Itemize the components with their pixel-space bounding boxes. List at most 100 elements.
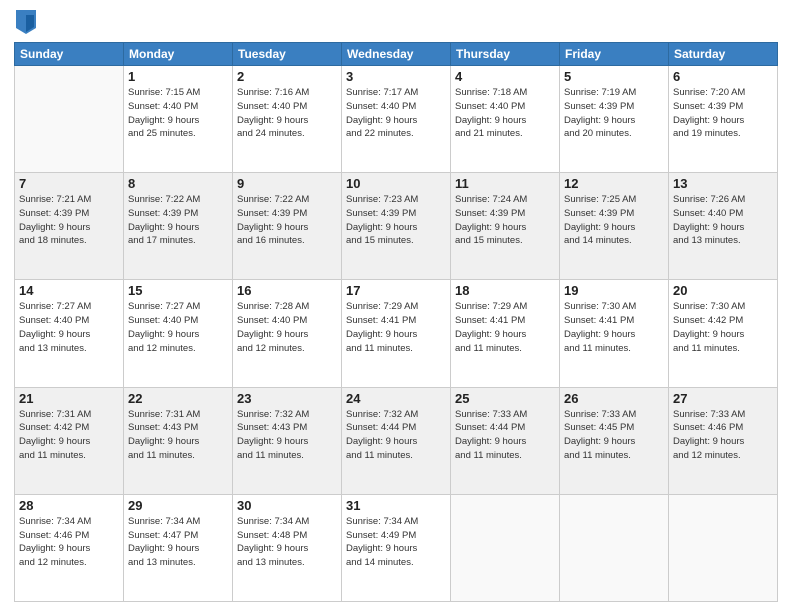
header-row: SundayMondayTuesdayWednesdayThursdayFrid… — [15, 43, 778, 66]
calendar-cell: 4 Sunrise: 7:18 AM Sunset: 4:40 PM Daylig… — [451, 66, 560, 173]
day-number: 6 — [673, 69, 773, 84]
calendar-cell: 2 Sunrise: 7:16 AM Sunset: 4:40 PM Daylig… — [233, 66, 342, 173]
calendar-cell: 5 Sunrise: 7:19 AM Sunset: 4:39 PM Daylig… — [560, 66, 669, 173]
day-detail: Sunrise: 7:31 AM Sunset: 4:42 PM Dayligh… — [19, 408, 119, 463]
calendar-cell: 31 Sunrise: 7:34 AM Sunset: 4:49 PM Dayli… — [342, 494, 451, 601]
calendar-cell: 16 Sunrise: 7:28 AM Sunset: 4:40 PM Dayli… — [233, 280, 342, 387]
day-detail: Sunrise: 7:27 AM Sunset: 4:40 PM Dayligh… — [128, 300, 228, 355]
calendar-cell: 6 Sunrise: 7:20 AM Sunset: 4:39 PM Daylig… — [669, 66, 778, 173]
day-detail: Sunrise: 7:29 AM Sunset: 4:41 PM Dayligh… — [346, 300, 446, 355]
calendar-cell: 21 Sunrise: 7:31 AM Sunset: 4:42 PM Dayli… — [15, 387, 124, 494]
day-number: 3 — [346, 69, 446, 84]
day-number: 5 — [564, 69, 664, 84]
day-number: 22 — [128, 391, 228, 406]
day-number: 16 — [237, 283, 337, 298]
calendar-cell: 26Sunrise: 7:33 AM Sunset: 4:45 PM Dayli… — [560, 387, 669, 494]
day-number: 7 — [19, 176, 119, 191]
day-number: 28 — [19, 498, 119, 513]
day-number: 10 — [346, 176, 446, 191]
day-number: 23 — [237, 391, 337, 406]
day-number: 2 — [237, 69, 337, 84]
calendar-week-row: 28 Sunrise: 7:34 AM Sunset: 4:46 PM Dayli… — [15, 494, 778, 601]
calendar-cell — [560, 494, 669, 601]
day-detail: Sunrise: 7:34 AM Sunset: 4:47 PM Dayligh… — [128, 515, 228, 570]
calendar-cell: 25 Sunrise: 7:33 AM Sunset: 4:44 PM Dayli… — [451, 387, 560, 494]
day-detail: Sunrise: 7:30 AM Sunset: 4:42 PM Dayligh… — [673, 300, 773, 355]
day-number: 18 — [455, 283, 555, 298]
day-detail: Sunrise: 7:34 AM Sunset: 4:48 PM Dayligh… — [237, 515, 337, 570]
calendar-cell: 29 Sunrise: 7:34 AM Sunset: 4:47 PM Dayli… — [124, 494, 233, 601]
day-number: 19 — [564, 283, 664, 298]
day-number: 17 — [346, 283, 446, 298]
day-number: 9 — [237, 176, 337, 191]
day-detail: Sunrise: 7:15 AM Sunset: 4:40 PM Dayligh… — [128, 86, 228, 141]
logo-icon — [16, 10, 36, 34]
day-number: 31 — [346, 498, 446, 513]
calendar-cell: 27 Sunrise: 7:33 AM Sunset: 4:46 PM Dayli… — [669, 387, 778, 494]
calendar-cell: 8Sunrise: 7:22 AM Sunset: 4:39 PM Daylig… — [124, 173, 233, 280]
calendar-cell: 28 Sunrise: 7:34 AM Sunset: 4:46 PM Dayli… — [15, 494, 124, 601]
calendar-cell: 9 Sunrise: 7:22 AM Sunset: 4:39 PM Daylig… — [233, 173, 342, 280]
day-detail: Sunrise: 7:33 AM Sunset: 4:44 PM Dayligh… — [455, 408, 555, 463]
calendar-cell: 13Sunrise: 7:26 AM Sunset: 4:40 PM Dayli… — [669, 173, 778, 280]
calendar-week-row: 7 Sunrise: 7:21 AM Sunset: 4:39 PM Daylig… — [15, 173, 778, 280]
day-detail: Sunrise: 7:32 AM Sunset: 4:43 PM Dayligh… — [237, 408, 337, 463]
day-detail: Sunrise: 7:32 AM Sunset: 4:44 PM Dayligh… — [346, 408, 446, 463]
day-detail: Sunrise: 7:19 AM Sunset: 4:39 PM Dayligh… — [564, 86, 664, 141]
calendar-cell: 23 Sunrise: 7:32 AM Sunset: 4:43 PM Dayli… — [233, 387, 342, 494]
weekday-header: Saturday — [669, 43, 778, 66]
calendar-cell: 18 Sunrise: 7:29 AM Sunset: 4:41 PM Dayli… — [451, 280, 560, 387]
calendar-cell: 7 Sunrise: 7:21 AM Sunset: 4:39 PM Daylig… — [15, 173, 124, 280]
day-detail: Sunrise: 7:18 AM Sunset: 4:40 PM Dayligh… — [455, 86, 555, 141]
header — [14, 10, 778, 34]
day-number: 29 — [128, 498, 228, 513]
day-detail: Sunrise: 7:16 AM Sunset: 4:40 PM Dayligh… — [237, 86, 337, 141]
logo — [14, 10, 40, 34]
day-number: 14 — [19, 283, 119, 298]
calendar-cell: 12 Sunrise: 7:25 AM Sunset: 4:39 PM Dayli… — [560, 173, 669, 280]
day-number: 30 — [237, 498, 337, 513]
calendar-week-row: 1 Sunrise: 7:15 AM Sunset: 4:40 PM Daylig… — [15, 66, 778, 173]
day-detail: Sunrise: 7:29 AM Sunset: 4:41 PM Dayligh… — [455, 300, 555, 355]
day-number: 15 — [128, 283, 228, 298]
day-detail: Sunrise: 7:17 AM Sunset: 4:40 PM Dayligh… — [346, 86, 446, 141]
day-detail: Sunrise: 7:33 AM Sunset: 4:46 PM Dayligh… — [673, 408, 773, 463]
calendar-cell: 20Sunrise: 7:30 AM Sunset: 4:42 PM Dayli… — [669, 280, 778, 387]
day-number: 11 — [455, 176, 555, 191]
weekday-header: Tuesday — [233, 43, 342, 66]
day-number: 27 — [673, 391, 773, 406]
calendar-cell: 19 Sunrise: 7:30 AM Sunset: 4:41 PM Dayli… — [560, 280, 669, 387]
weekday-header: Sunday — [15, 43, 124, 66]
day-number: 12 — [564, 176, 664, 191]
day-number: 4 — [455, 69, 555, 84]
calendar-cell — [451, 494, 560, 601]
day-detail: Sunrise: 7:30 AM Sunset: 4:41 PM Dayligh… — [564, 300, 664, 355]
day-number: 26 — [564, 391, 664, 406]
day-number: 21 — [19, 391, 119, 406]
day-detail: Sunrise: 7:25 AM Sunset: 4:39 PM Dayligh… — [564, 193, 664, 248]
calendar-cell: 1 Sunrise: 7:15 AM Sunset: 4:40 PM Daylig… — [124, 66, 233, 173]
day-detail: Sunrise: 7:34 AM Sunset: 4:46 PM Dayligh… — [19, 515, 119, 570]
weekday-header: Monday — [124, 43, 233, 66]
calendar-cell: 15 Sunrise: 7:27 AM Sunset: 4:40 PM Dayli… — [124, 280, 233, 387]
day-number: 25 — [455, 391, 555, 406]
calendar-cell — [669, 494, 778, 601]
day-detail: Sunrise: 7:34 AM Sunset: 4:49 PM Dayligh… — [346, 515, 446, 570]
calendar-cell — [15, 66, 124, 173]
day-detail: Sunrise: 7:28 AM Sunset: 4:40 PM Dayligh… — [237, 300, 337, 355]
day-number: 24 — [346, 391, 446, 406]
day-detail: Sunrise: 7:22 AM Sunset: 4:39 PM Dayligh… — [237, 193, 337, 248]
day-detail: Sunrise: 7:22 AM Sunset: 4:39 PM Dayligh… — [128, 193, 228, 248]
day-detail: Sunrise: 7:27 AM Sunset: 4:40 PM Dayligh… — [19, 300, 119, 355]
calendar-cell: 3 Sunrise: 7:17 AM Sunset: 4:40 PM Daylig… — [342, 66, 451, 173]
calendar-cell: 11 Sunrise: 7:24 AM Sunset: 4:39 PM Dayli… — [451, 173, 560, 280]
day-number: 1 — [128, 69, 228, 84]
day-detail: Sunrise: 7:24 AM Sunset: 4:39 PM Dayligh… — [455, 193, 555, 248]
day-detail: Sunrise: 7:21 AM Sunset: 4:39 PM Dayligh… — [19, 193, 119, 248]
calendar-cell: 17 Sunrise: 7:29 AM Sunset: 4:41 PM Dayli… — [342, 280, 451, 387]
day-detail: Sunrise: 7:20 AM Sunset: 4:39 PM Dayligh… — [673, 86, 773, 141]
calendar-cell: 10Sunrise: 7:23 AM Sunset: 4:39 PM Dayli… — [342, 173, 451, 280]
weekday-header: Friday — [560, 43, 669, 66]
calendar-cell: 14 Sunrise: 7:27 AM Sunset: 4:40 PM Dayli… — [15, 280, 124, 387]
calendar-cell: 24 Sunrise: 7:32 AM Sunset: 4:44 PM Dayli… — [342, 387, 451, 494]
